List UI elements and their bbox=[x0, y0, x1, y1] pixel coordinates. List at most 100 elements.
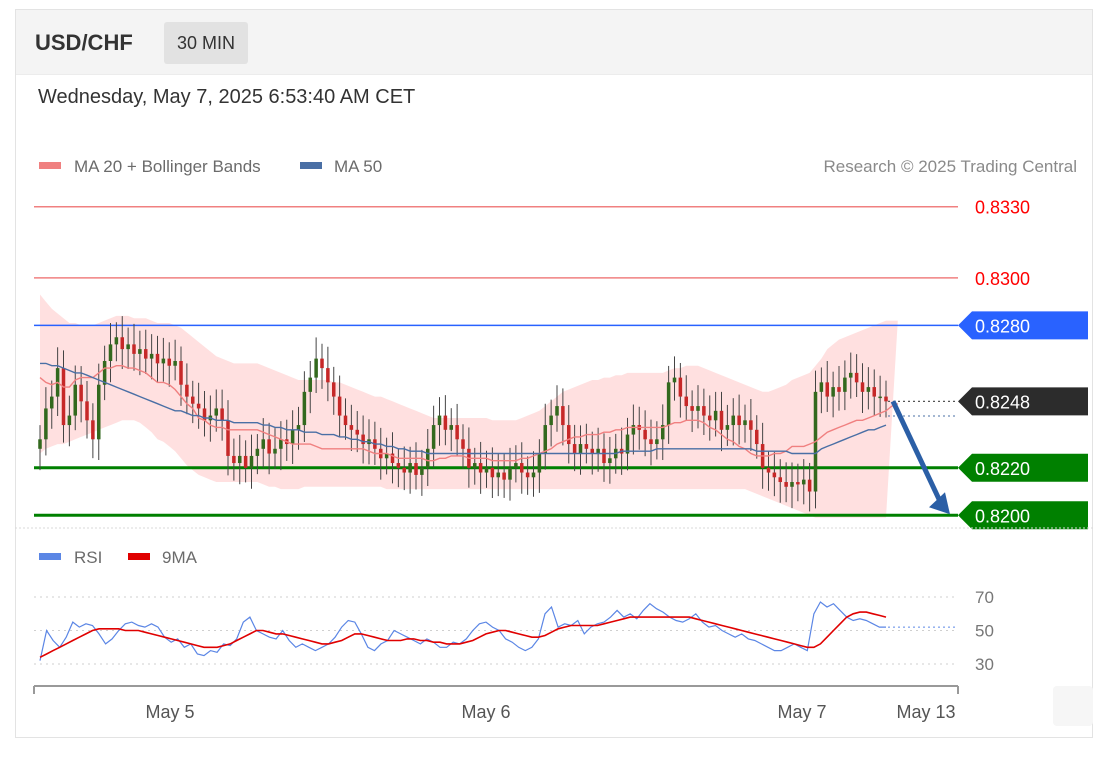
candle-body bbox=[478, 463, 483, 473]
candle-body bbox=[355, 429, 360, 435]
candle-body bbox=[249, 455, 254, 468]
candle-body bbox=[279, 439, 283, 449]
candle-body bbox=[155, 353, 160, 364]
legend-ma20-swatch bbox=[39, 162, 61, 169]
candle-body bbox=[643, 429, 647, 440]
candle-body bbox=[349, 425, 354, 430]
candle-body bbox=[549, 415, 553, 426]
candle-body bbox=[196, 403, 201, 409]
candle-body bbox=[396, 463, 401, 468]
candle-body bbox=[655, 439, 659, 445]
candle-body bbox=[179, 360, 183, 385]
candle-body bbox=[96, 384, 101, 440]
candle-body bbox=[185, 384, 189, 397]
candle-body bbox=[672, 377, 677, 383]
forecast-arrow-shaft bbox=[890, 400, 943, 503]
resistance-label: 0.8300 bbox=[975, 269, 1030, 289]
candle-body bbox=[754, 429, 759, 445]
candle-body bbox=[226, 420, 230, 456]
candle-body bbox=[290, 429, 295, 445]
legend-rsi-label: RSI bbox=[74, 548, 102, 567]
candle-body bbox=[44, 408, 48, 440]
candle-body bbox=[79, 384, 83, 402]
candle-body bbox=[866, 387, 871, 392]
candle-body bbox=[743, 420, 747, 426]
support-label: 0.8220 bbox=[975, 459, 1030, 479]
candle-body bbox=[408, 463, 412, 473]
candle-body bbox=[455, 425, 459, 440]
candle-body bbox=[737, 415, 741, 426]
candle-body bbox=[719, 410, 724, 430]
rsi-tick-label: 70 bbox=[975, 588, 994, 607]
candle-body bbox=[490, 467, 495, 478]
candle-body bbox=[801, 479, 806, 485]
candle-body bbox=[461, 439, 465, 449]
candle-body bbox=[273, 448, 277, 454]
candle-body bbox=[872, 387, 877, 397]
candle-body bbox=[608, 458, 612, 464]
candle-body bbox=[67, 415, 72, 426]
candle-body bbox=[138, 349, 142, 354]
legend-ma20-label: MA 20 + Bollinger Bands bbox=[74, 157, 261, 176]
candle-body bbox=[537, 453, 542, 473]
candle-body bbox=[790, 482, 794, 487]
candle-body bbox=[472, 463, 477, 468]
candle-body bbox=[85, 401, 89, 421]
candle-body bbox=[161, 358, 166, 364]
candle-body bbox=[243, 455, 248, 468]
candle-body bbox=[496, 472, 501, 478]
candle-body bbox=[725, 425, 730, 430]
candle-body bbox=[449, 425, 454, 430]
candle-body bbox=[831, 387, 835, 397]
legend-rsi-swatch bbox=[39, 553, 61, 560]
candle-body bbox=[807, 479, 812, 492]
candle-body bbox=[572, 444, 577, 454]
candle-body bbox=[337, 396, 342, 416]
candle-body bbox=[91, 420, 95, 440]
candle-body bbox=[519, 463, 524, 473]
candle-body bbox=[508, 467, 512, 480]
candle-body bbox=[484, 467, 489, 473]
candle-body bbox=[690, 406, 694, 411]
candle-body bbox=[320, 358, 324, 369]
candle-body bbox=[854, 372, 859, 383]
x-tick-label: May 5 bbox=[145, 702, 194, 722]
candle-body bbox=[766, 467, 771, 473]
legend-ma50-swatch bbox=[300, 162, 322, 169]
candle-body bbox=[361, 434, 365, 445]
candle-body bbox=[120, 337, 125, 350]
candle-body bbox=[431, 425, 436, 449]
x-tick-label: May 13 bbox=[896, 702, 955, 722]
chart-canvas: MA 20 + Bollinger Bands MA 50 Research ©… bbox=[15, 157, 1093, 722]
candle-body bbox=[578, 444, 583, 454]
candle-body bbox=[261, 439, 266, 449]
candle-body bbox=[696, 406, 700, 411]
candle-body bbox=[437, 415, 442, 426]
candle-body bbox=[126, 344, 130, 350]
candle-body bbox=[843, 377, 847, 392]
candle-body bbox=[425, 448, 430, 468]
support-label: 0.8200 bbox=[975, 506, 1030, 526]
candle-body bbox=[702, 406, 706, 416]
candle-body bbox=[255, 448, 260, 456]
candle-body bbox=[132, 344, 136, 354]
candle-body bbox=[514, 463, 518, 468]
last-label: 0.8248 bbox=[975, 392, 1030, 412]
candle-body bbox=[631, 425, 636, 435]
candle-body bbox=[684, 396, 689, 407]
candle-body bbox=[220, 408, 224, 421]
candle-body bbox=[749, 420, 753, 430]
candle-body bbox=[314, 358, 318, 378]
candle-body bbox=[796, 482, 800, 485]
candle-body bbox=[848, 372, 853, 378]
candle-body bbox=[666, 382, 671, 426]
candle-body bbox=[343, 415, 348, 426]
candle-body bbox=[237, 455, 242, 464]
candle-body bbox=[819, 382, 824, 392]
candle-body bbox=[561, 406, 565, 426]
candle-body bbox=[302, 391, 307, 426]
candle-body bbox=[402, 467, 407, 473]
candle-body bbox=[443, 415, 448, 430]
candle-body bbox=[860, 382, 865, 392]
candle-body bbox=[73, 384, 78, 416]
